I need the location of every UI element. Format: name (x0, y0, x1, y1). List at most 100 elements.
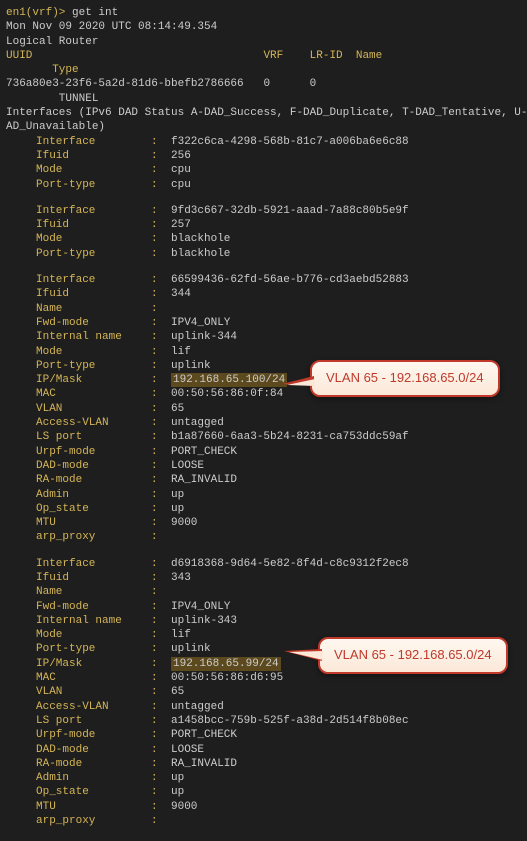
value-access-vlan: untagged (171, 416, 224, 430)
value-urpf-mode: PORT_CHECK (171, 728, 237, 742)
label-name: Name (36, 585, 151, 599)
value-op-state: up (171, 785, 184, 799)
value-ls-port: b1a87660-6aa3-5b24-8231-ca753ddc59af (171, 430, 409, 444)
label-fwd-mode: Fwd-mode (36, 600, 151, 614)
prompt-line[interactable]: en1(vrf)> get int (6, 6, 521, 20)
label-ip-mask: IP/Mask (36, 657, 151, 671)
label-fwd-mode: Fwd-mode (36, 316, 151, 330)
label-internal-name: Internal name (36, 330, 151, 344)
value-access-vlan: untagged (171, 700, 224, 714)
value-port-type: blackhole (171, 247, 230, 261)
label-ra-mode: RA-mode (36, 757, 151, 771)
value-op-state: up (171, 502, 184, 516)
label-ls-port: LS port (36, 430, 151, 444)
value-admin: up (171, 771, 184, 785)
value-mode: lif (171, 345, 191, 359)
column-headers: UUID VRF LR-ID Name (6, 49, 521, 63)
label-ip-mask: IP/Mask (36, 373, 151, 387)
label-op-state: Op_state (36, 502, 151, 516)
label-interface: Interface (36, 273, 151, 287)
label-mac: MAC (36, 671, 151, 685)
callout-vlan-2: VLAN 65 - 192.168.65.0/24 (318, 637, 508, 674)
value-port-type: uplink (171, 642, 211, 656)
label-ra-mode: RA-mode (36, 473, 151, 487)
label-mtu: MTU (36, 800, 151, 814)
label-internal-name: Internal name (36, 614, 151, 628)
logical-router-header: Logical Router (6, 35, 521, 49)
value-mac: 00:50:56:86:0f:84 (171, 387, 283, 401)
label-interface: Interface (36, 557, 151, 571)
value-mac: 00:50:56:86:d6:95 (171, 671, 283, 685)
callout-tail-icon (282, 376, 314, 386)
value-port-type: cpu (171, 178, 191, 192)
prompt-shell: en1(vrf)> (6, 7, 65, 19)
interfaces-header-2: AD_Unavailable) (6, 120, 521, 134)
label-urpf-mode: Urpf-mode (36, 728, 151, 742)
label-mode: Mode (36, 345, 151, 359)
value-mtu: 9000 (171, 516, 197, 530)
value-fwd-mode: IPV4_ONLY (171, 316, 230, 330)
value-port-type: uplink (171, 359, 211, 373)
callout-text: VLAN 65 - 192.168.65.0/24 (334, 647, 492, 662)
label-urpf-mode: Urpf-mode (36, 445, 151, 459)
label-ifuid: Ifuid (36, 218, 151, 232)
label-mode: Mode (36, 232, 151, 246)
router-type-row: TUNNEL (6, 92, 521, 106)
label-op-state: Op_state (36, 785, 151, 799)
label-port-type: Port-type (36, 359, 151, 373)
value-ra-mode: RA_INVALID (171, 473, 237, 487)
callout-vlan-1: VLAN 65 - 192.168.65.0/24 (310, 360, 500, 397)
label-mac: MAC (36, 387, 151, 401)
label-interface: Interface (36, 204, 151, 218)
value-vlan: 65 (171, 685, 184, 699)
value-ifuid: 343 (171, 571, 191, 585)
column-headers-2: Type (6, 63, 521, 77)
label-name: Name (36, 302, 151, 316)
interface-block-4: Interface:d6918368-9d64-5e82-8f4d-c8c931… (6, 557, 521, 829)
value-vlan: 65 (171, 402, 184, 416)
label-access-vlan: Access-VLAN (36, 700, 151, 714)
value-mode: cpu (171, 163, 191, 177)
label-dad-mode: DAD-mode (36, 743, 151, 757)
label-ls-port: LS port (36, 714, 151, 728)
label-admin: Admin (36, 771, 151, 785)
prompt-command: get int (72, 7, 118, 19)
label-arp-proxy: arp_proxy (36, 814, 151, 828)
label-dad-mode: DAD-mode (36, 459, 151, 473)
label-ifuid: Ifuid (36, 571, 151, 585)
value-interface: d6918368-9d64-5e82-8f4d-c8c9312f2ec8 (171, 557, 409, 571)
value-ip-mask: 192.168.65.100/24 (171, 373, 287, 387)
value-ls-port: a1458bcc-759b-525f-a38d-2d514f8b08ec (171, 714, 409, 728)
interface-block-3: Interface:66599436-62fd-56ae-b776-cd3aeb… (6, 273, 521, 545)
value-admin: up (171, 488, 184, 502)
interface-block-2: Interface:9fd3c667-32db-5921-aaad-7a88c8… (6, 204, 521, 261)
label-access-vlan: Access-VLAN (36, 416, 151, 430)
value-urpf-mode: PORT_CHECK (171, 445, 237, 459)
value-interface: 9fd3c667-32db-5921-aaad-7a88c80b5e9f (171, 204, 409, 218)
value-dad-mode: LOOSE (171, 743, 204, 757)
label-admin: Admin (36, 488, 151, 502)
value-ifuid: 257 (171, 218, 191, 232)
interfaces-header-1: Interfaces (IPv6 DAD Status A-DAD_Succes… (6, 106, 521, 120)
label-interface: Interface (36, 135, 151, 149)
value-interface: 66599436-62fd-56ae-b776-cd3aebd52883 (171, 273, 409, 287)
value-mode: lif (171, 628, 191, 642)
label-vlan: VLAN (36, 685, 151, 699)
label-mode: Mode (36, 628, 151, 642)
label-mtu: MTU (36, 516, 151, 530)
callout-text: VLAN 65 - 192.168.65.0/24 (326, 370, 484, 385)
label-ifuid: Ifuid (36, 149, 151, 163)
interface-block-1: Interface:f322c6ca-4298-568b-81c7-a006ba… (6, 135, 521, 192)
value-mode: blackhole (171, 232, 230, 246)
value-ifuid: 344 (171, 287, 191, 301)
label-port-type: Port-type (36, 642, 151, 656)
label-mode: Mode (36, 163, 151, 177)
value-fwd-mode: IPV4_ONLY (171, 600, 230, 614)
label-arp-proxy: arp_proxy (36, 530, 151, 544)
value-internal-name: uplink-344 (171, 330, 237, 344)
router-uuid-row: 736a80e3-23f6-5a2d-81d6-bbefb2786666 0 0 (6, 77, 521, 91)
value-dad-mode: LOOSE (171, 459, 204, 473)
terminal-output: en1(vrf)> get int Mon Nov 09 2020 UTC 08… (6, 6, 521, 828)
label-ifuid: Ifuid (36, 287, 151, 301)
label-vlan: VLAN (36, 402, 151, 416)
